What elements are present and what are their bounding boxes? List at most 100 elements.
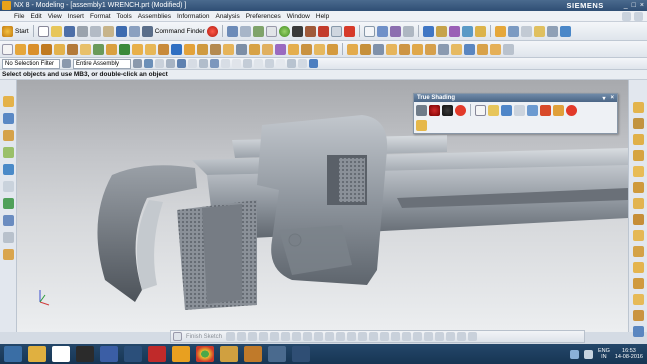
effects-icon[interactable] [540,104,551,116]
delete-face-icon[interactable] [477,43,488,55]
more-tools-icon[interactable] [503,43,514,55]
menu-analysis[interactable]: Analysis [212,13,242,20]
curve-analysis-icon[interactable] [448,25,460,37]
menu-view[interactable]: View [45,13,65,20]
deviation-icon[interactable] [461,25,473,37]
datum-csys-icon[interactable] [373,43,384,55]
subtract-icon[interactable] [119,43,130,55]
offset-face-icon[interactable] [249,43,260,55]
view-pan-icon[interactable] [632,278,644,289]
volume-icon[interactable] [583,349,593,359]
mirror-curve-icon[interactable] [347,332,357,341]
dropdown-arrow-icon[interactable] [62,59,71,68]
thicken-icon[interactable] [262,43,273,55]
doc-close-icon[interactable] [634,11,643,21]
system-scenes-icon[interactable] [2,249,14,260]
fillet-icon[interactable] [270,332,280,341]
cut-icon[interactable] [76,25,88,37]
arc-icon[interactable] [248,332,258,341]
chamfer-icon[interactable] [158,43,169,55]
snap-intersection-icon[interactable] [243,59,252,68]
snap-point-on-face-icon[interactable] [287,59,296,68]
pad-icon[interactable] [80,43,91,55]
menu-edit[interactable]: Edit [27,13,44,20]
intersection-curve-icon[interactable] [425,43,436,55]
sketch-more-icon[interactable] [468,332,478,341]
assembly-navigator-icon[interactable] [2,96,14,107]
part-navigator-icon[interactable] [2,130,14,141]
explode-icon[interactable] [546,25,558,37]
patch-icon[interactable] [327,43,338,55]
replace-face-icon[interactable] [464,43,475,55]
selection-filter-dropdown[interactable]: No Selection Filter [2,58,60,69]
lighting-icon[interactable] [488,104,499,116]
show-constraints-icon[interactable] [424,332,434,341]
snap-point-on-curve-icon[interactable] [276,59,285,68]
measure-icon[interactable] [422,25,434,37]
chrome-icon[interactable] [196,346,214,362]
copy-icon[interactable] [89,25,101,37]
doc-minimize-icon[interactable] [622,11,631,21]
network-icon[interactable] [569,349,579,359]
snap-bounded-icon[interactable] [298,59,307,68]
reference-set-icon[interactable] [494,25,506,37]
rectangle-icon[interactable] [292,332,302,341]
deselect-all-icon[interactable] [177,59,186,68]
sew-icon[interactable] [314,43,325,55]
view-front-icon[interactable] [632,118,644,129]
snap-endpoint-icon[interactable] [210,59,219,68]
menu-assemblies[interactable]: Assemblies [135,13,174,20]
command-finder-button[interactable]: Command Finder [141,25,205,37]
section-view-icon[interactable] [389,25,401,37]
app-icon-4[interactable] [148,346,166,362]
background-scene-icon[interactable] [475,104,486,116]
view-right-icon[interactable] [632,150,644,161]
circle-icon[interactable] [259,332,269,341]
app-icon-2[interactable] [100,346,118,362]
selection-scope-dropdown[interactable]: Entire Assembly [73,58,131,69]
web-browser-icon[interactable] [2,164,14,175]
rectangle-select-icon[interactable] [188,59,197,68]
menu-file[interactable]: File [0,13,27,20]
face-analysis-icon[interactable] [474,25,486,37]
profile-icon[interactable] [226,332,236,341]
clock[interactable]: 16:53 14-08-2016 [615,348,643,360]
app-icon-6[interactable] [220,346,238,362]
view-more-icon[interactable] [632,326,644,337]
shaded-sphere-icon[interactable] [278,25,290,37]
shadow-icon[interactable] [442,104,453,116]
snap-center-icon[interactable] [254,59,263,68]
start-menu-icon[interactable] [4,346,22,362]
auto-constraint-icon[interactable] [413,332,423,341]
view-orient-icon[interactable] [632,102,644,113]
help-icon[interactable] [559,25,571,37]
true-shading-close-icon[interactable]: × [610,95,614,102]
draft-icon[interactable] [184,43,195,55]
rotate-icon[interactable] [265,25,277,37]
mirror-icon[interactable] [210,43,221,55]
curve-icon[interactable] [399,43,410,55]
point-icon[interactable] [386,43,397,55]
new-file-icon[interactable] [37,25,49,37]
constraint-sketch-icon[interactable] [402,332,412,341]
offset-curve-icon[interactable] [325,332,335,341]
constraint-navigator-icon[interactable] [2,113,14,124]
menu-format[interactable]: Format [87,13,114,20]
file-explorer-icon[interactable] [28,346,46,362]
view-rotate-icon[interactable] [632,294,644,305]
boss-icon[interactable] [54,43,65,55]
constraint-icon[interactable] [520,25,532,37]
snap-view-icon[interactable] [402,25,414,37]
fit-view-icon[interactable] [239,25,251,37]
redo-icon[interactable] [128,25,140,37]
paste-icon[interactable] [102,25,114,37]
reuse-library-icon[interactable] [2,147,14,158]
inferred-dim-icon[interactable] [457,332,467,341]
unite-icon[interactable] [106,43,117,55]
shell-icon[interactable] [171,43,182,55]
true-shading-dropdown-icon[interactable]: ▾ [602,95,605,102]
undo-icon[interactable] [115,25,127,37]
trim-curve-icon[interactable] [358,332,368,341]
background-icon[interactable] [363,25,375,37]
floor-icon[interactable] [501,104,512,116]
